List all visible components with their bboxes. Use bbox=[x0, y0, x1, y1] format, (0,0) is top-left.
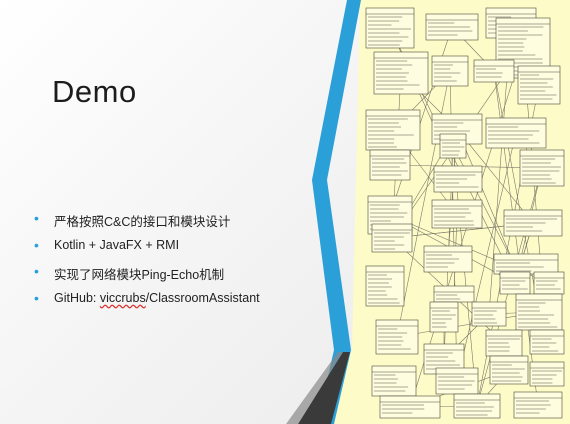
diagram-class-box bbox=[431, 55, 469, 87]
diagram-class-box bbox=[439, 133, 467, 159]
diagram-class-box bbox=[365, 265, 405, 307]
diagram-class-box bbox=[365, 7, 415, 49]
diagram-class-box bbox=[375, 319, 419, 355]
diagram-class-box bbox=[513, 391, 563, 419]
diagram-class-box bbox=[365, 109, 421, 151]
diagram-class-box bbox=[499, 271, 531, 295]
diagram-class-box bbox=[369, 149, 411, 181]
diagram-class-box bbox=[515, 293, 563, 331]
diagram-class-box bbox=[493, 253, 559, 275]
diagram-class-box bbox=[471, 301, 507, 327]
diagram-class-box bbox=[473, 59, 515, 83]
diagram-class-box bbox=[519, 149, 565, 187]
diagram-class-box bbox=[489, 355, 529, 385]
diagram-class-box bbox=[533, 271, 565, 295]
diagram-class-box bbox=[435, 367, 479, 395]
diagram-class-box bbox=[423, 245, 473, 273]
diagram-class-box bbox=[379, 395, 441, 419]
slide: Demo • 严格按照C&C的接口和模块设计 • Kotlin + JavaFX… bbox=[0, 0, 570, 424]
diagram-class-box bbox=[425, 13, 479, 41]
diagram-class-box bbox=[485, 329, 523, 357]
uml-diagram-image bbox=[286, 0, 570, 424]
diagram-class-box bbox=[429, 301, 459, 333]
diagram-class-box bbox=[485, 117, 547, 149]
diagram-class-box bbox=[433, 165, 483, 193]
diagram-class-box bbox=[371, 365, 417, 397]
diagram-class-box bbox=[503, 209, 563, 237]
diagram-class-box bbox=[517, 65, 561, 105]
diagram-class-box bbox=[453, 393, 501, 419]
diagram-class-box bbox=[373, 51, 429, 95]
diagram-class-box bbox=[371, 223, 413, 253]
diagram-class-box bbox=[431, 199, 483, 229]
diagram-class-box bbox=[529, 329, 565, 355]
diagram-class-box bbox=[433, 285, 475, 303]
diagram-class-box bbox=[529, 361, 565, 387]
